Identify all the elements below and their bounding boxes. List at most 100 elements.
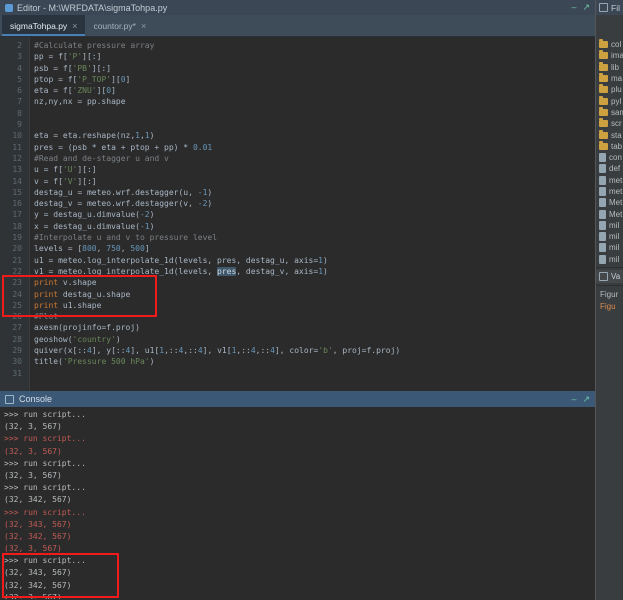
file-tree-item[interactable]: Met — [596, 197, 623, 208]
file-tree-label: con — [609, 153, 622, 162]
code-line[interactable]: 17y = destag_u.dimvalue(-2) — [0, 209, 595, 220]
tab-close-icon[interactable]: × — [72, 21, 77, 31]
code-line[interactable]: 18x = destag_u.dimvalue(-1) — [0, 221, 595, 232]
code-line[interactable]: 28geoshow('country') — [0, 334, 595, 345]
code-line[interactable]: 16destag_v = meteo.wrf.destagger(v, -2) — [0, 198, 595, 209]
file-tree-item[interactable]: mil — [596, 231, 623, 242]
file-tree-item[interactable]: ima — [596, 50, 623, 61]
code-line[interactable]: 20levels = [800, 750, 500] — [0, 243, 595, 254]
code-token: ][:] — [92, 64, 111, 73]
code-line[interactable]: 24print destag_u.shape — [0, 289, 595, 300]
code-token: ][ — [97, 86, 107, 95]
file-tree-label: ma — [611, 74, 622, 83]
line-number: 25 — [0, 300, 29, 311]
file-tree-item[interactable]: met — [596, 175, 623, 186]
file-tree-item[interactable]: tab — [596, 141, 623, 152]
line-number: 19 — [0, 232, 29, 243]
file-tree-item[interactable]: ma — [596, 73, 623, 84]
code-token: levels = [ — [34, 244, 82, 253]
code-line[interactable]: 15destag_u = meteo.wrf.destagger(u, -1) — [0, 187, 595, 198]
file-tree-item[interactable]: sam — [596, 107, 623, 118]
file-tree-item[interactable]: col — [596, 39, 623, 50]
code-token: v.shape — [58, 278, 97, 287]
code-line[interactable]: 9 — [0, 119, 595, 130]
code-token: destag_u.shape — [58, 290, 130, 299]
code-line[interactable]: 10eta = eta.reshape(nz,1,1) — [0, 130, 595, 141]
file-tree: colimalibmaplupylsamscrstatabcon def metme… — [596, 39, 623, 265]
code-line[interactable]: 27axesm(projinfo=f.proj) — [0, 322, 595, 333]
folder-icon — [599, 75, 608, 82]
code-line[interactable]: 7nz,ny,nx = pp.shape — [0, 96, 595, 107]
file-icon — [599, 232, 606, 241]
file-tree-item[interactable]: mil — [596, 254, 623, 265]
code-line[interactable]: 8 — [0, 108, 595, 119]
code-editor[interactable]: 2#Calculate pressure array3pp = f['P'][:… — [0, 37, 595, 391]
file-tree-item[interactable]: pyl — [596, 95, 623, 106]
code-line[interactable]: 5ptop = f['P_TOP'][0] — [0, 74, 595, 85]
float-window-icon[interactable]: ↗ — [582, 395, 590, 404]
line-number: 30 — [0, 356, 29, 367]
code-line[interactable]: 26#Plot — [0, 311, 595, 322]
code-token: 'b' — [318, 346, 332, 355]
code-line[interactable]: 2#Calculate pressure array — [0, 40, 595, 51]
console-output[interactable]: >>> run script... (32, 3, 567) >>> run scr… — [0, 407, 595, 599]
minimize-icon[interactable]: – — [571, 3, 576, 12]
code-token: #Calculate pressure array — [34, 41, 154, 50]
code-line[interactable]: 21u1 = meteo.log_interpolate_1d(levels, … — [0, 255, 595, 266]
code-line[interactable]: 3pp = f['P'][:] — [0, 51, 595, 62]
code-line[interactable]: 23print v.shape — [0, 277, 595, 288]
code-line[interactable]: 6eta = f['ZNU'][0] — [0, 85, 595, 96]
tab-close-icon[interactable]: × — [141, 21, 146, 31]
file-tree-item[interactable]: mil — [596, 220, 623, 231]
file-tree-item[interactable]: def — [596, 163, 623, 174]
code-text — [29, 368, 34, 379]
float-window-icon[interactable]: ↗ — [582, 3, 590, 12]
figure-item[interactable]: Figu — [596, 300, 623, 313]
code-line[interactable]: 13u = f['U'][:] — [0, 164, 595, 175]
code-token: x = destag_u.dimvalue( — [34, 222, 140, 231]
file-tree-item[interactable]: Met — [596, 208, 623, 219]
file-tree-item[interactable]: scr — [596, 118, 623, 129]
console-line: (32, 3, 567) — [4, 421, 595, 433]
code-line[interactable]: 11pres = (psb * eta + ptop + pp) * 0.01 — [0, 142, 595, 153]
code-text: eta = f['ZNU'][0] — [29, 85, 116, 96]
code-text: y = destag_u.dimvalue(-2) — [29, 209, 154, 220]
code-line[interactable]: 30title('Pressure 500 hPa') — [0, 356, 595, 367]
code-token: ][:] — [77, 177, 96, 186]
code-text: print destag_u.shape — [29, 289, 130, 300]
folder-icon — [599, 64, 608, 71]
code-line[interactable]: 31 — [0, 368, 595, 379]
file-tree-item[interactable]: met — [596, 186, 623, 197]
file-tree-item[interactable]: sta — [596, 129, 623, 140]
file-tree-label: def — [609, 164, 620, 173]
code-line[interactable]: 22v1 = meteo.log_interpolate_1d(levels, … — [0, 266, 595, 277]
file-icon — [599, 187, 606, 196]
line-number: 21 — [0, 255, 29, 266]
file-icon — [599, 210, 606, 219]
code-token: u1.shape — [58, 301, 101, 310]
folder-icon — [599, 109, 608, 116]
code-text: ptop = f['P_TOP'][0] — [29, 74, 130, 85]
code-line[interactable]: 4psb = f['PB'][:] — [0, 63, 595, 74]
console-line: >>> run script... — [4, 458, 595, 470]
tab-sigmatohpa-py[interactable]: sigmaTohpa.py× — [2, 15, 85, 36]
code-token: destag_u = meteo.wrf.destagger(u, — [34, 188, 198, 197]
figure-item[interactable]: Figur — [596, 288, 623, 301]
code-token: ) — [150, 222, 155, 231]
code-token: u = f[ — [34, 165, 63, 174]
tab-countor-py-[interactable]: countor.py*× — [85, 15, 154, 36]
file-tree-item[interactable]: mil — [596, 242, 623, 253]
file-tree-item[interactable]: con — [596, 152, 623, 163]
code-line[interactable]: 14v = f['V'][:] — [0, 176, 595, 187]
file-tree-item[interactable]: lib — [596, 62, 623, 73]
console-line: >>> run script... — [4, 507, 595, 519]
code-line[interactable]: 19#Interpolate u and v to pressure level — [0, 232, 595, 243]
file-icon — [599, 243, 606, 252]
file-tree-item[interactable]: plu — [596, 84, 623, 95]
folder-icon — [599, 41, 608, 48]
code-line[interactable]: 29quiver(x[::4], y[::4], u1[1,::4,::4], … — [0, 345, 595, 356]
code-token: ], y[:: — [92, 346, 126, 355]
code-line[interactable]: 25print u1.shape — [0, 300, 595, 311]
minimize-icon[interactable]: – — [571, 395, 576, 404]
code-line[interactable]: 12#Read and de-stagger u and v — [0, 153, 595, 164]
